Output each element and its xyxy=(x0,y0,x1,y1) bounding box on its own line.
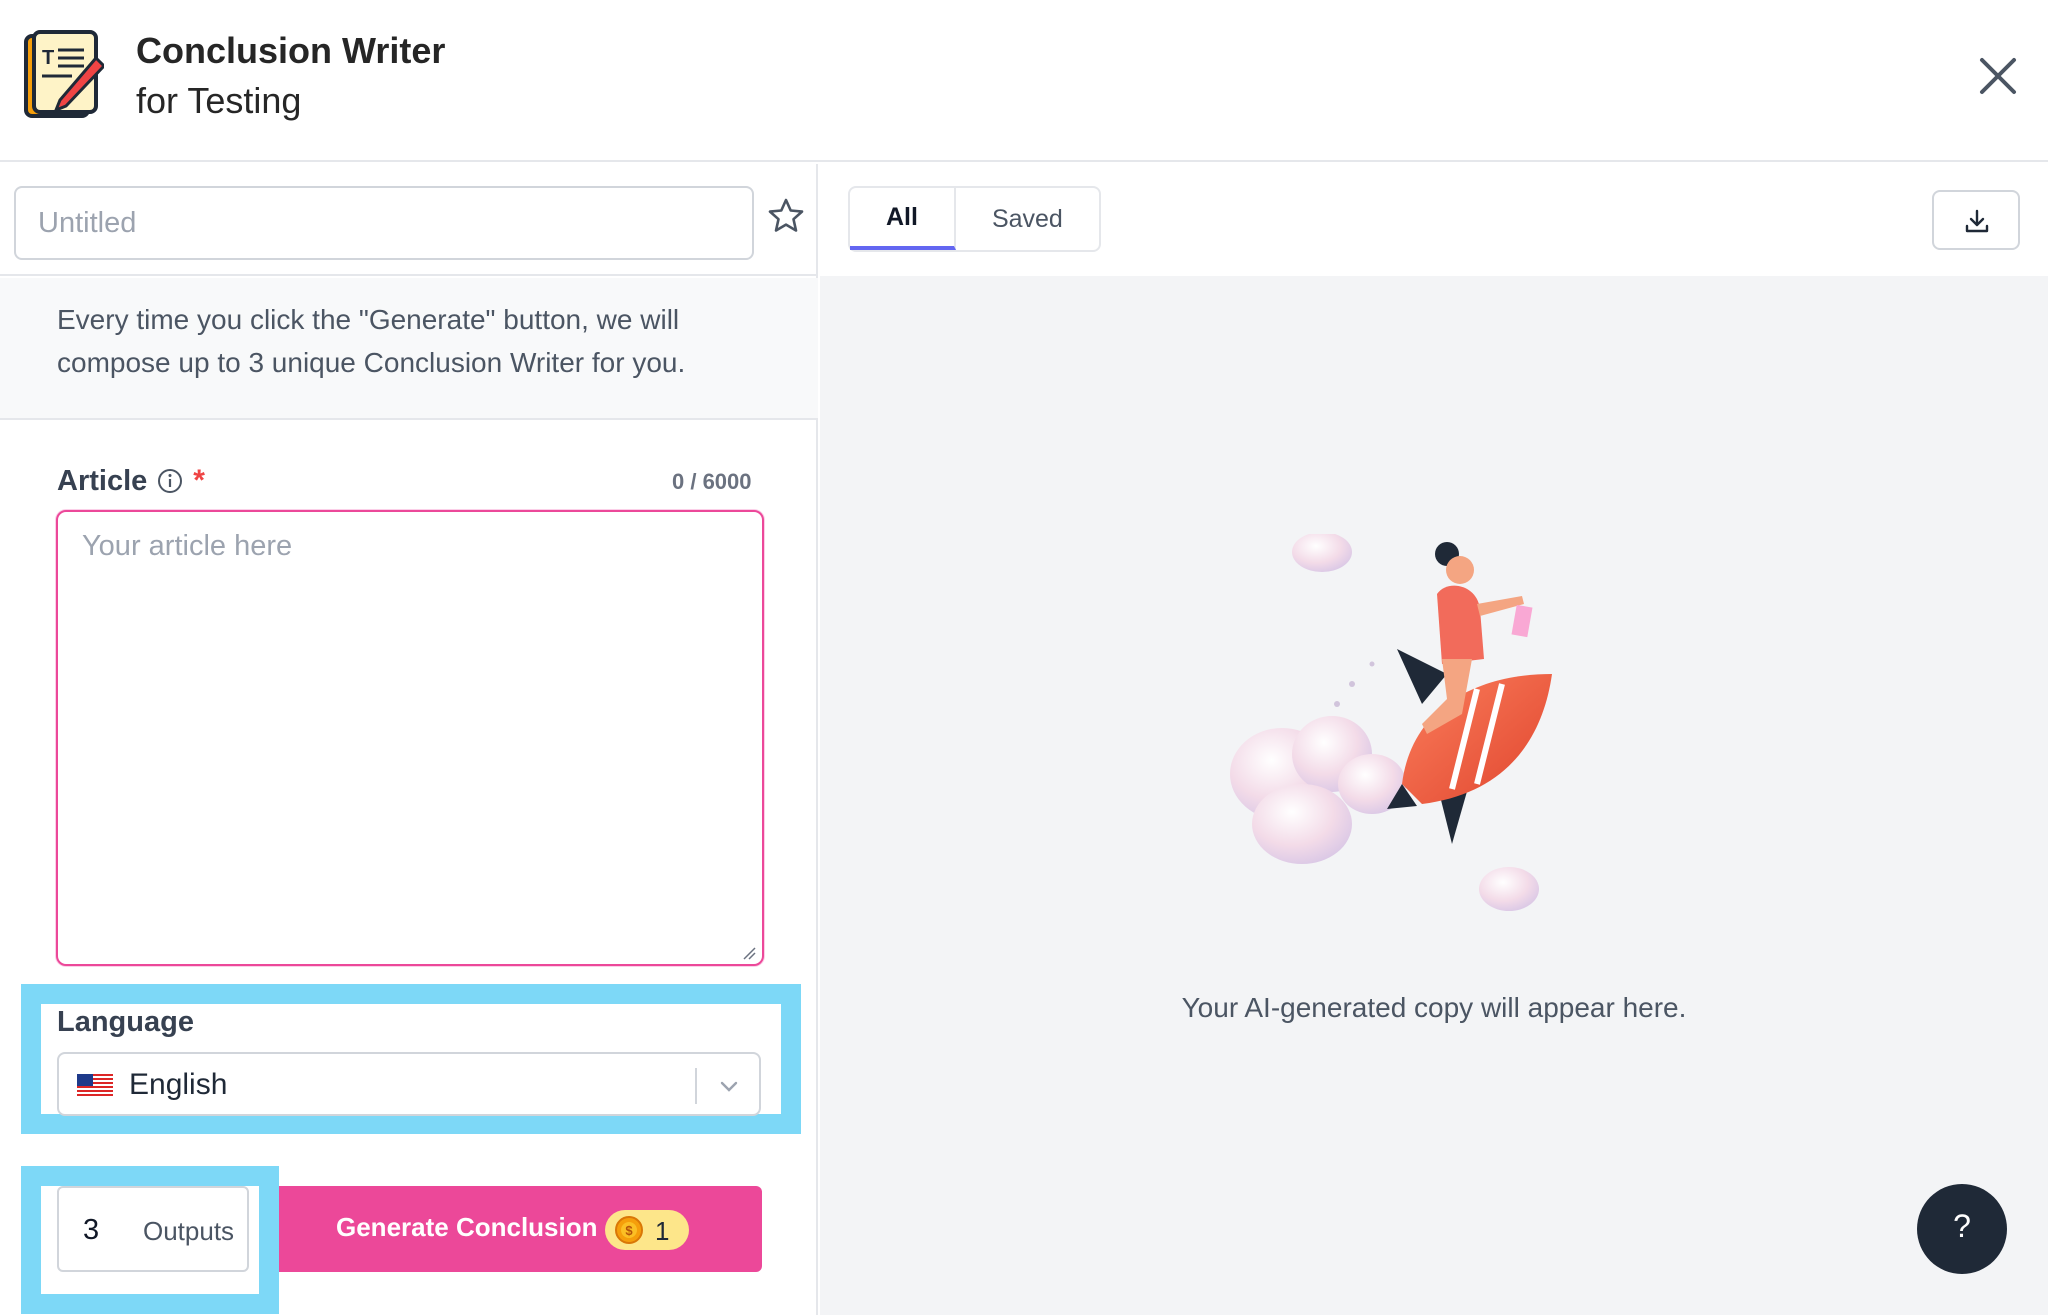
rocket-rider-illustration xyxy=(1230,534,1552,911)
chevron-down-icon[interactable] xyxy=(715,1072,743,1100)
language-select[interactable]: English xyxy=(57,1052,761,1116)
outputs-count[interactable]: 3 xyxy=(83,1214,99,1247)
page-title: Conclusion Writer xyxy=(136,30,446,71)
help-button-label: ? xyxy=(1953,1208,1971,1244)
download-button[interactable] xyxy=(1932,190,2020,250)
language-label: Language xyxy=(57,1006,194,1038)
outputs-label: Outputs xyxy=(143,1216,235,1246)
char-count: 0 / 6000 xyxy=(672,469,752,494)
generate-button[interactable]: Generate Conclusion $ 1 xyxy=(279,1186,762,1272)
svg-text:T: T xyxy=(42,47,54,69)
article-label: Article * xyxy=(57,464,205,498)
resize-handle-icon[interactable] xyxy=(740,944,756,960)
info-text: Every time you click the "Generate" butt… xyxy=(57,304,686,378)
info-banner: Every time you click the "Generate" butt… xyxy=(0,278,818,420)
tab-all[interactable]: All xyxy=(850,188,956,250)
select-divider xyxy=(695,1068,697,1104)
info-icon[interactable] xyxy=(157,468,183,494)
document-title-row xyxy=(0,164,818,276)
results-tabs: All Saved xyxy=(848,186,1101,252)
credit-badge: $ 1 xyxy=(605,1210,689,1250)
required-mark: * xyxy=(193,464,205,497)
empty-state-message: Your AI-generated copy will appear here. xyxy=(1181,992,1687,1023)
input-panel: Every time you click the "Generate" butt… xyxy=(0,164,818,1315)
download-icon xyxy=(1965,209,1989,233)
us-flag-icon xyxy=(77,1074,113,1098)
help-button[interactable]: ? xyxy=(1917,1184,2007,1274)
article-field xyxy=(56,510,764,966)
tab-saved[interactable]: Saved xyxy=(956,188,1099,250)
app-header: T Conclusion Writer for Testing xyxy=(0,0,2048,162)
document-pencil-icon: T xyxy=(24,30,104,118)
coin-icon: $ xyxy=(615,1216,643,1244)
results-toolbar: All Saved xyxy=(820,164,2048,276)
generate-button-label: Generate Conclusion xyxy=(336,1212,598,1242)
star-icon[interactable] xyxy=(766,196,806,236)
page-subtitle: for Testing xyxy=(136,80,302,121)
close-icon[interactable] xyxy=(1974,52,2022,100)
article-label-text: Article xyxy=(57,464,148,497)
language-value: English xyxy=(129,1068,228,1101)
results-panel: All Saved Your AI-generated copy will ap… xyxy=(820,164,2048,1315)
document-title-input[interactable] xyxy=(14,186,754,260)
article-textarea[interactable] xyxy=(58,512,762,964)
svg-text:$: $ xyxy=(625,1223,633,1238)
credit-cost: 1 xyxy=(655,1216,670,1246)
outputs-stepper[interactable]: 3 Outputs xyxy=(57,1186,249,1272)
